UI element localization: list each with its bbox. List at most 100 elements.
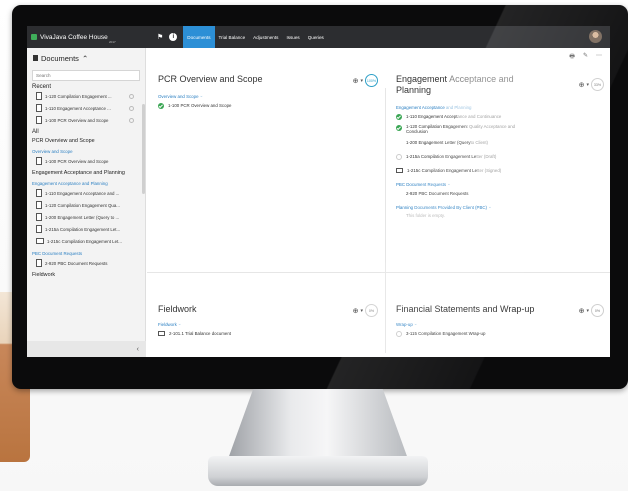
- section-label: Fieldwork: [158, 321, 177, 327]
- sidebar-doc-label: 2-920 PBC Document Requests: [45, 260, 108, 266]
- pin-icon[interactable]: [129, 117, 134, 123]
- monitor-stand-neck: [228, 389, 408, 459]
- document-row[interactable]: 1-215a Compilation Engagement Le tter (Dr…: [396, 151, 604, 162]
- sidebar-doc-item[interactable]: 1-100 PCR Overview and Scope: [27, 155, 145, 167]
- main-toolbar: 🖶 ✎ ⋯: [569, 52, 602, 62]
- edit-icon[interactable]: ✎: [583, 52, 588, 62]
- chevron-down-icon[interactable]: ▾: [586, 82, 589, 88]
- sidebar-doc-item[interactable]: 2-920 PBC Document Requests: [27, 257, 145, 269]
- section-link[interactable]: Overview and Scope ⌄: [158, 92, 378, 100]
- empty-folder-note: This folder is empty.: [406, 213, 445, 218]
- tab-issues[interactable]: Issues: [282, 26, 303, 48]
- section-label-faded: and Planning: [445, 104, 472, 110]
- sidebar-doc-label: 1-200 Engagement Letter (Query to ...: [45, 214, 120, 220]
- section-link[interactable]: Planning Documents Provided By Client (P…: [396, 203, 604, 211]
- document-row[interactable]: 1-200 Engagement Letter (Query to Client…: [396, 137, 604, 148]
- document-row[interactable]: 1-120 Compilation Engagement Quality Acc…: [396, 122, 604, 134]
- sidebar-link-overview[interactable]: Overview and Scope: [27, 147, 145, 155]
- search-input[interactable]: [32, 70, 140, 81]
- tab-queries[interactable]: Queries: [304, 26, 328, 48]
- document-row[interactable]: 1-100 PCR Overview and Scope: [158, 100, 378, 111]
- sidebar-doc-item[interactable]: 1-200 Engagement Letter (Query to ...: [27, 211, 145, 223]
- documents-main: 🖶 ✎ ⋯ PCR Overview and Scope ⊕ ▾ 100% Ov…: [147, 48, 610, 357]
- tab-trial-balance[interactable]: Trial Balance: [215, 26, 250, 48]
- collapse-sidebar-icon[interactable]: ‹: [137, 346, 139, 353]
- add-circle-icon[interactable]: ⊕: [579, 307, 585, 315]
- user-avatar[interactable]: [589, 30, 602, 43]
- sidebar-doc-item[interactable]: 1-215a Compilation Engagement Let...: [27, 223, 145, 235]
- add-circle-icon[interactable]: ⊕: [579, 81, 585, 89]
- panel-controls: ⊕ ▾ 0%: [353, 304, 378, 317]
- check-complete-icon: [396, 113, 402, 120]
- sidebar-scrollbar[interactable]: [142, 104, 145, 194]
- tab-documents[interactable]: Documents: [183, 26, 215, 48]
- progress-badge: 0%: [365, 304, 378, 317]
- more-icon[interactable]: ⋯: [596, 52, 602, 62]
- chevron-down-icon[interactable]: ▾: [360, 78, 363, 84]
- documents-sidebar: Documents ⌃ Recent 1-120 Compilation Eng…: [27, 48, 146, 357]
- document-label-part: Conclusion: [406, 129, 428, 134]
- sidebar-link-pbc[interactable]: PBC Document Requests: [27, 249, 145, 257]
- check-pending-icon: [396, 330, 402, 337]
- sidebar-group-fieldwork[interactable]: Fieldwork: [27, 270, 145, 279]
- sidebar-doc-label: 1-215a Compilation Engagement Let...: [45, 226, 121, 232]
- document-label: 1-110 Engagement Accept: [406, 114, 458, 119]
- panel-engagement: Engagement Acceptance and Planning ⊕ ▾ 3…: [396, 74, 604, 220]
- chevron-down-icon[interactable]: ▾: [586, 308, 589, 314]
- sidebar-group-engagement[interactable]: Engagement Acceptance and Planning: [27, 168, 145, 177]
- recent-item[interactable]: 1-120 Compilation Engagement ...: [27, 90, 145, 102]
- sidebar-link-engagement[interactable]: Engagement Acceptance and Planning: [27, 179, 145, 187]
- section-link[interactable]: Wrap-up ⌄: [396, 320, 604, 328]
- panel-financial-statements: Financial Statements and Wrap-up ⊕ ▾ 0% …: [396, 304, 604, 339]
- document-row[interactable]: 1-215c Compilation Engagement Le tter (Si…: [396, 165, 604, 176]
- print-icon[interactable]: 🖶: [569, 52, 575, 62]
- panel-controls: ⊕ ▾ 100%: [353, 74, 378, 87]
- sidebar-doc-item[interactable]: 1-215c Compilation Engagement Let...: [27, 235, 145, 247]
- panel-title: PCR Overview and Scope: [158, 74, 263, 84]
- org-switcher[interactable]: VivaJava Coffee House 2017: [27, 26, 153, 48]
- sidebar-doc-item[interactable]: 1-110 Engagement Acceptance and ...: [27, 187, 145, 199]
- tab-adjustments[interactable]: Adjustments: [249, 26, 282, 48]
- section-link[interactable]: Fieldwork ⌄: [158, 320, 378, 328]
- sidebar-doc-label: 1-215c Compilation Engagement Let...: [47, 238, 122, 244]
- document-row[interactable]: 2-101.1 Trial Balance document: [158, 328, 378, 339]
- add-circle-icon[interactable]: ⊕: [353, 77, 359, 85]
- section-link[interactable]: PBC Document Requests ⌄: [396, 180, 604, 188]
- chevron-down-icon: ⌄: [413, 321, 418, 326]
- document-icon: [36, 201, 42, 209]
- sidebar-header[interactable]: Documents ⌃: [27, 48, 145, 68]
- top-navigation-bar: VivaJava Coffee House 2017 ⚑ i Documents…: [27, 26, 610, 48]
- documents-icon: [33, 55, 38, 61]
- chevron-down-icon: ⌄: [199, 93, 204, 98]
- sidebar-doc-item[interactable]: 1-120 Compilation Engagement Qua...: [27, 199, 145, 211]
- section-link[interactable]: Engagement Acceptance and Planning: [396, 103, 604, 111]
- document-label: 2-101.1 Trial Balance document: [169, 331, 231, 336]
- info-icon[interactable]: i: [169, 33, 178, 41]
- panel-title-part: Engagement: [396, 74, 448, 84]
- flag-icon[interactable]: ⚑: [157, 33, 163, 41]
- document-icon: [36, 189, 42, 197]
- section-label: PBC Document Requests: [396, 181, 447, 187]
- pin-icon[interactable]: [129, 93, 134, 99]
- progress-badge: 33%: [591, 78, 604, 91]
- document-row[interactable]: 3-115 Compilation Engagement Wrap-up: [396, 328, 604, 339]
- panel-divider: [385, 88, 386, 353]
- add-circle-icon[interactable]: ⊕: [353, 307, 359, 315]
- monitor-stand-base: [208, 456, 428, 486]
- chevron-down-icon[interactable]: ▾: [360, 308, 363, 314]
- panel-divider: [147, 272, 610, 273]
- sidebar-group-pcr[interactable]: PCR Overview and Scope: [27, 136, 145, 145]
- document-label: 1-200 Engagement Letter (Query: [406, 140, 471, 145]
- document-icon: [36, 213, 42, 221]
- main-tabs: Documents Trial Balance Adjustments Issu…: [183, 26, 328, 48]
- document-row[interactable]: 1-110 Engagement Accept ance and Continua…: [396, 111, 604, 122]
- recent-item[interactable]: 1-110 Engagement Acceptance ...: [27, 102, 145, 114]
- document-row[interactable]: 2-920 PBC Document Requests: [396, 188, 604, 199]
- document-icon: [36, 92, 42, 100]
- sidebar-title: Documents: [41, 53, 79, 63]
- pin-icon[interactable]: [129, 105, 134, 111]
- chevron-down-icon: ⌄: [447, 181, 451, 186]
- sidebar-doc-label: 1-100 PCR Overview and Scope: [45, 158, 109, 164]
- recent-item[interactable]: 1-100 PCR Overview and Scope: [27, 114, 145, 126]
- panel-title: Financial Statements and Wrap-up: [396, 304, 535, 314]
